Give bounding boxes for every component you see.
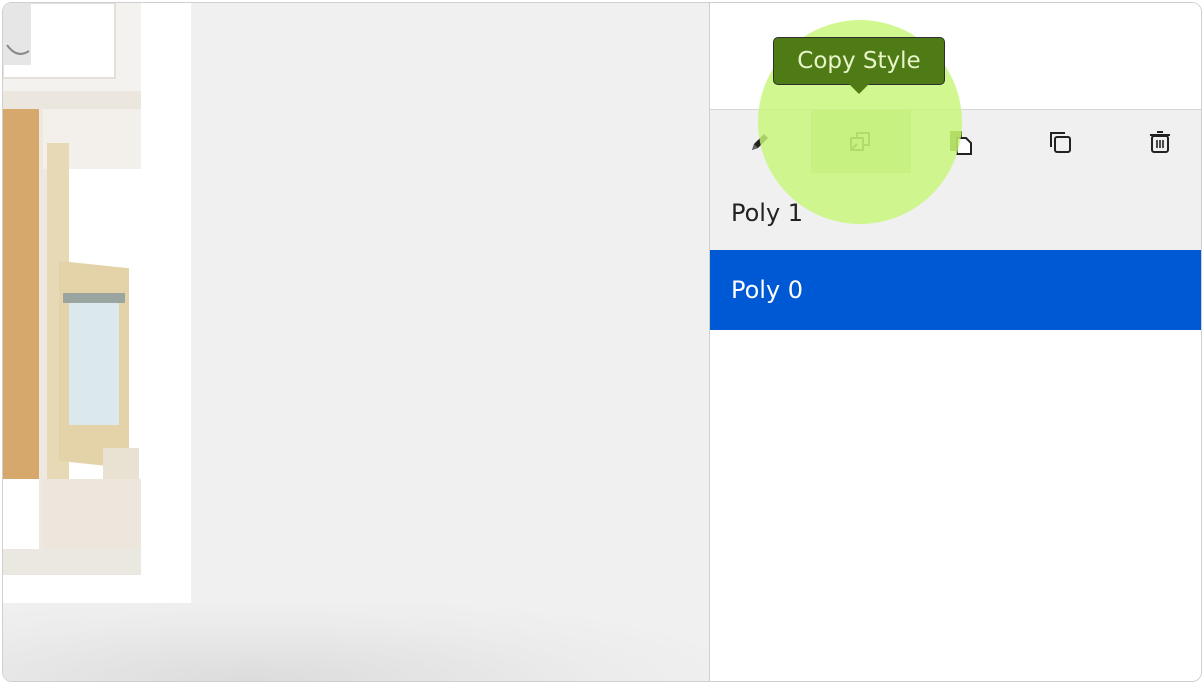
duplicate-icon <box>1050 131 1071 153</box>
duplicate-button[interactable] <box>1010 110 1110 173</box>
app-window: Poly 1 Poly 0 <box>2 2 1202 682</box>
tooltip-text: Copy Style <box>797 48 921 74</box>
trash-icon <box>1150 130 1170 153</box>
edit-button[interactable] <box>710 110 810 173</box>
copy-style-icon <box>850 131 870 151</box>
paste-style-button[interactable] <box>910 110 1010 173</box>
floor-plan-image <box>3 3 191 606</box>
pencil-icon <box>752 133 768 150</box>
layers-panel: Poly 1 Poly 0 <box>709 3 1201 681</box>
layer-item-poly-0[interactable]: Poly 0 <box>710 250 1201 330</box>
layer-item-poly-1[interactable]: Poly 1 <box>710 173 1201 253</box>
copy-style-button[interactable] <box>811 110 911 173</box>
floor-plan-graphic <box>3 3 191 606</box>
delete-button[interactable] <box>1110 110 1201 173</box>
paste-style-icon <box>950 130 972 155</box>
drawing-canvas[interactable] <box>3 3 709 681</box>
canvas-shadow <box>3 603 709 681</box>
layer-label: Poly 1 <box>731 199 804 227</box>
layer-label: Poly 0 <box>731 276 804 304</box>
tooltip: Copy Style <box>774 38 944 94</box>
layer-toolbar <box>710 110 1201 173</box>
